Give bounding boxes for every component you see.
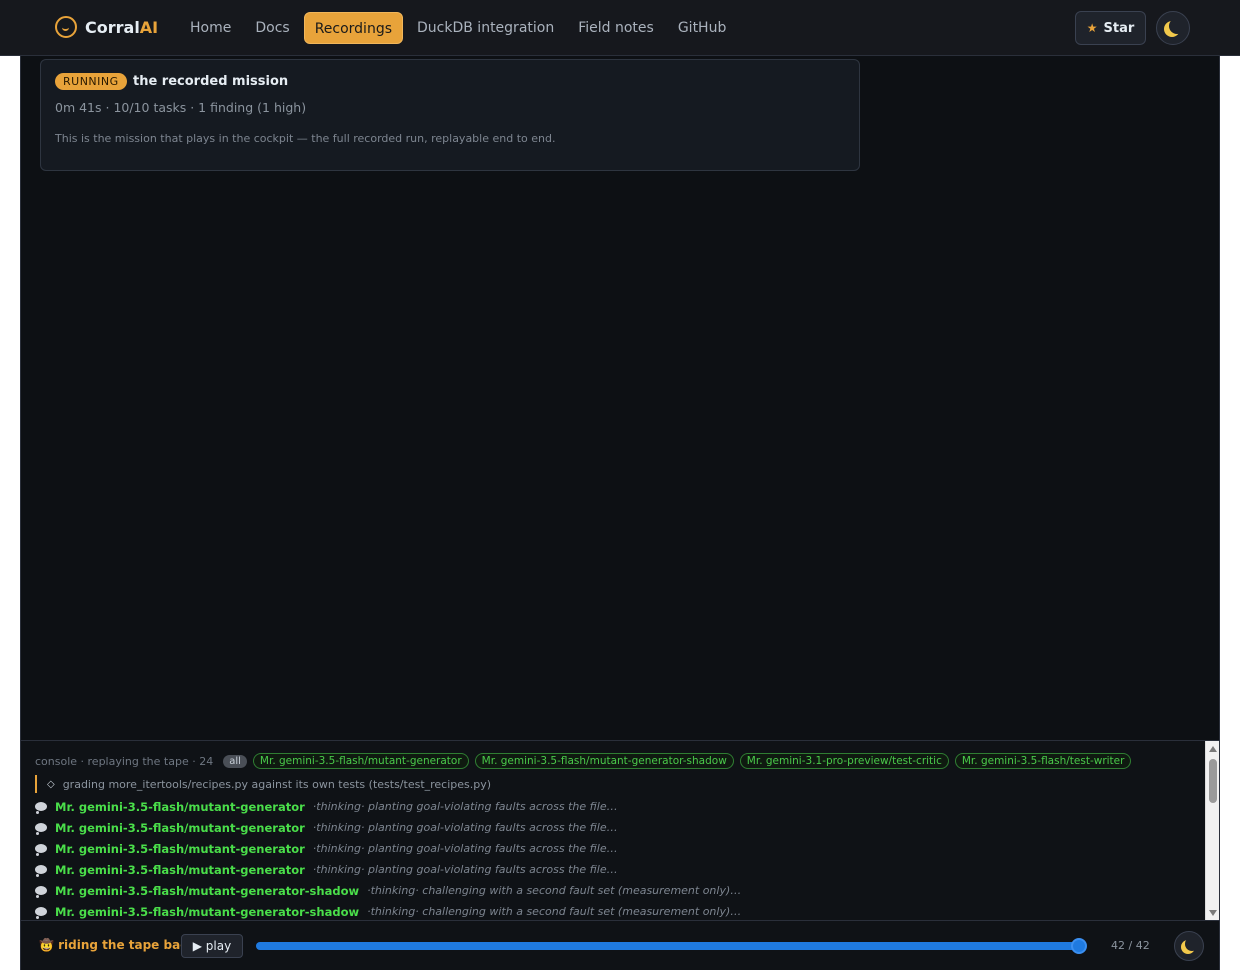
theme-toggle-button[interactable] (1156, 11, 1190, 45)
playback-slider[interactable] (256, 938, 1087, 954)
console-label: console · replaying the tape · 24 (35, 754, 214, 768)
console-scrollbar[interactable] (1205, 741, 1219, 921)
log-line: Mr. gemini-3.5-flash/mutant-generator-sh… (35, 880, 1195, 901)
filter-chip[interactable]: Mr. gemini-3.5-flash/mutant-generator (252, 753, 469, 769)
mission-title: the recorded mission (133, 74, 289, 89)
theme-toggle-button[interactable] (1174, 931, 1204, 961)
filter-chip[interactable]: Mr. gemini-3.5-flash/test-writer (954, 753, 1132, 769)
agent-name: Mr. gemini-3.5-flash/mutant-generator-sh… (55, 883, 360, 898)
corral-logo-icon (55, 16, 77, 38)
nav-github[interactable]: GitHub (668, 12, 737, 44)
brand-logo-link[interactable]: CorralAI (55, 16, 158, 38)
agent-name: Mr. gemini-3.5-flash/mutant-generator (55, 820, 305, 835)
log-message: ·thinking· planting goal-violating fault… (312, 821, 618, 834)
moon-icon (1185, 937, 1199, 951)
github-star-button[interactable]: ★ Star (1075, 11, 1146, 45)
scroll-down-arrow-icon[interactable] (1209, 910, 1217, 916)
log-message: ·thinking· planting goal-violating fault… (312, 863, 618, 876)
nav-recordings[interactable]: Recordings (303, 12, 404, 44)
nav-duckdb-integration[interactable]: DuckDB integration (407, 12, 564, 44)
agent-name: Mr. gemini-3.5-flash/mutant-generator-sh… (55, 904, 360, 919)
thought-bubble-icon (35, 886, 47, 898)
log-message: ·thinking· challenging with a second fau… (367, 884, 742, 897)
console-log: ◇ grading more_itertools/recipes.py agai… (35, 775, 1195, 922)
playback-counter: 42 / 42 (1111, 939, 1150, 952)
status-badge: RUNNING (55, 73, 127, 90)
filter-chip[interactable]: Mr. gemini-3.1-pro-preview/test-critic (739, 753, 949, 769)
brand-name: CorralAI (85, 17, 159, 37)
nav-links: Home Docs Recordings DuckDB integration … (180, 12, 736, 44)
filter-all-chip[interactable]: all (223, 754, 247, 768)
thought-bubble-icon (35, 823, 47, 835)
log-message: ·thinking· planting goal-violating fault… (312, 800, 618, 813)
thought-bubble-icon (35, 907, 47, 919)
cockpit-frame: RUNNING the recorded mission 0m 41s · 10… (20, 56, 1220, 970)
log-line: Mr. gemini-3.5-flash/mutant-generator ·t… (35, 838, 1195, 859)
log-message: ·thinking· challenging with a second fau… (367, 905, 742, 918)
nav-home[interactable]: Home (180, 12, 241, 44)
playback-bar: 🤠 riding the tape back ▶ play 42 / 42 (21, 920, 1219, 970)
mission-meta: 0m 41s · 10/10 tasks · 1 finding (1 high… (55, 100, 307, 115)
console-panel: console · replaying the tape · 24 all Mr… (21, 740, 1219, 922)
thought-bubble-icon (35, 802, 47, 814)
scroll-up-arrow-icon[interactable] (1209, 746, 1217, 752)
nav-docs[interactable]: Docs (245, 12, 299, 44)
log-line: Mr. gemini-3.5-flash/mutant-generator ·t… (35, 796, 1195, 817)
log-line: Mr. gemini-3.5-flash/mutant-generator-sh… (35, 901, 1195, 922)
mission-description: This is the mission that plays in the co… (55, 132, 556, 145)
play-button[interactable]: ▶ play (181, 934, 243, 958)
grading-text: grading more_itertools/recipes.py agains… (62, 777, 492, 791)
agent-name: Mr. gemini-3.5-flash/mutant-generator (55, 799, 305, 814)
tape-label: 🤠 riding the tape back (39, 938, 196, 952)
agent-name: Mr. gemini-3.5-flash/mutant-generator (55, 862, 305, 877)
nav-field-notes[interactable]: Field notes (568, 12, 664, 44)
star-icon: ★ (1086, 21, 1098, 35)
log-line: Mr. gemini-3.5-flash/mutant-generator ·t… (35, 817, 1195, 838)
log-message: ·thinking· planting goal-violating fault… (312, 842, 618, 855)
thought-bubble-icon (35, 844, 47, 856)
top-navbar: CorralAI Home Docs Recordings DuckDB int… (0, 0, 1240, 56)
mission-card[interactable]: RUNNING the recorded mission 0m 41s · 10… (40, 59, 860, 171)
scrollbar-thumb[interactable] (1209, 759, 1217, 803)
agent-name: Mr. gemini-3.5-flash/mutant-generator (55, 841, 305, 856)
log-line: Mr. gemini-3.5-flash/mutant-generator ·t… (35, 859, 1195, 880)
moon-icon (1169, 18, 1185, 34)
grading-line: ◇ grading more_itertools/recipes.py agai… (35, 775, 1195, 793)
playback-slider-handle[interactable] (1071, 938, 1087, 954)
diamond-icon: ◇ (47, 778, 55, 790)
thought-bubble-icon (35, 865, 47, 877)
star-label: Star (1103, 20, 1135, 36)
filter-chip[interactable]: Mr. gemini-3.5-flash/mutant-generator-sh… (474, 753, 734, 769)
playback-progress-fill (256, 942, 1079, 950)
console-header: console · replaying the tape · 24 all Mr… (35, 752, 1132, 770)
